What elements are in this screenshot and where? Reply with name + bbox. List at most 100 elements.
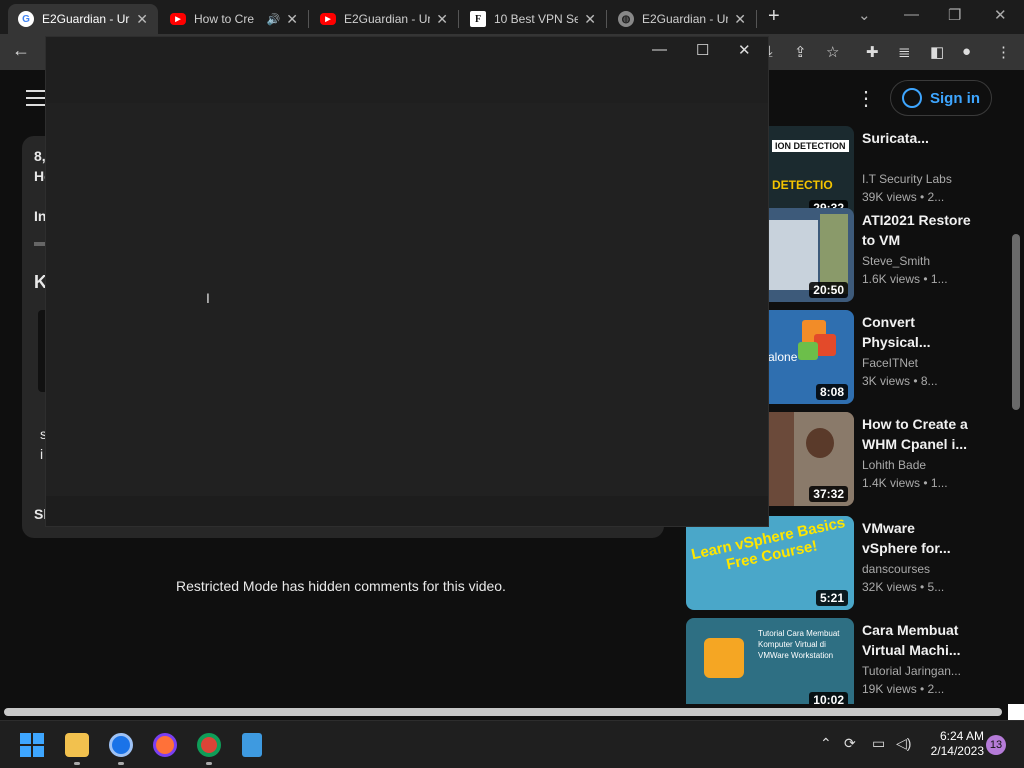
- close-icon[interactable]: ✕: [286, 11, 298, 28]
- tab-search-icon[interactable]: ⌄: [858, 6, 871, 24]
- channel-name[interactable]: Tutorial Jaringan...: [862, 664, 961, 678]
- video-title[interactable]: How to Create a WHM Cpanel i...: [862, 414, 972, 454]
- network-icon[interactable]: ▭: [872, 735, 885, 752]
- browser-tab-bar: G E2Guardian - Ur ✕ ▶ How to Cre 🔊 ✕ ▶ E…: [0, 0, 1024, 34]
- system-clock[interactable]: 6:24 AM 2/14/2023: [922, 729, 984, 759]
- notepad-icon[interactable]: [242, 733, 262, 757]
- view-count: 1.4K views • 1...: [862, 476, 948, 490]
- view-count: 39K views • 2...: [862, 190, 945, 204]
- sign-in-button[interactable]: Sign in: [890, 80, 992, 116]
- close-icon[interactable]: ✕: [436, 11, 448, 28]
- thumbnail-art: [806, 428, 834, 458]
- view-count: 19K views • 2...: [862, 682, 945, 696]
- tab-e2guardian-3[interactable]: ◍ E2Guardian - Ur ✕: [608, 4, 756, 34]
- menu-kebab-icon[interactable]: ⋮: [996, 43, 1011, 61]
- notification-badge[interactable]: 13: [986, 735, 1006, 755]
- minimize-icon[interactable]: —: [904, 6, 919, 23]
- hamburger-menu-icon[interactable]: [26, 90, 46, 106]
- star-icon[interactable]: ☆: [826, 43, 839, 61]
- globe-icon: ◍: [618, 11, 634, 27]
- horizontal-scrollbar-thumb[interactable]: [4, 708, 1002, 716]
- video-thumbnail[interactable]: Tutorial Cara Membuat Komputer Virtual d…: [686, 618, 854, 704]
- video-title[interactable]: Cara Membuat Virtual Machi...: [862, 620, 972, 660]
- update-icon[interactable]: ⟳: [844, 735, 856, 752]
- vmware-logo-icon: [704, 638, 744, 678]
- tab-title: 10 Best VPN Ser: [494, 12, 579, 26]
- vertical-scrollbar[interactable]: [1012, 234, 1020, 410]
- profile-icon[interactable]: ●: [962, 43, 971, 60]
- chrome-icon[interactable]: [197, 733, 221, 757]
- firefox-icon[interactable]: [153, 733, 177, 757]
- channel-name[interactable]: FaceITNet: [862, 356, 918, 370]
- windows-taskbar: ⌃ ⟳ ▭ ◁) 6:24 AM 2/14/2023 13: [0, 720, 1024, 768]
- tab-title: E2Guardian - Ur: [42, 12, 130, 26]
- tab-separator: [308, 10, 309, 28]
- video-thumbnail[interactable]: Learn vSphere Basics Free Course! 5:21: [686, 516, 854, 610]
- account-icon: [902, 88, 922, 108]
- recommended-video[interactable]: Learn vSphere Basics Free Course! 5:21 V…: [686, 516, 1024, 612]
- google-icon: G: [18, 11, 34, 27]
- new-tab-button[interactable]: +: [768, 5, 780, 28]
- thumbnail-art: DETECTIO: [772, 178, 833, 192]
- speaker-icon[interactable]: 🔊: [267, 13, 281, 26]
- recommended-video[interactable]: Tutorial Cara Membuat Komputer Virtual d…: [686, 618, 1024, 704]
- thumbnail-art: [798, 342, 818, 360]
- close-icon[interactable]: ✕: [136, 11, 148, 28]
- video-duration: 10:02: [809, 692, 848, 704]
- view-count: 1.6K views • 1...: [862, 272, 948, 286]
- text-cursor-icon: I: [206, 290, 210, 306]
- thumbnail-art: [768, 220, 818, 290]
- tab-e2guardian-2[interactable]: ▶ E2Guardian - Ur ✕: [310, 4, 458, 34]
- tab-title: How to Cre: [194, 12, 255, 26]
- chevron-up-icon[interactable]: ⌃: [820, 735, 832, 752]
- back-arrow-icon[interactable]: ←: [12, 40, 30, 61]
- thumbnail-text: ION DETECTION: [772, 140, 849, 152]
- description-fragment: i: [40, 446, 44, 462]
- running-indicator: [118, 762, 124, 765]
- maximize-icon[interactable]: ☐: [696, 41, 709, 59]
- video-duration: 37:32: [809, 486, 848, 502]
- clock-date: 2/14/2023: [930, 744, 984, 758]
- restricted-mode-notice: Restricted Mode has hidden comments for …: [176, 578, 506, 594]
- chromium-icon[interactable]: [109, 733, 133, 757]
- channel-name[interactable]: I.T Security Labs: [862, 172, 952, 186]
- side-panel-icon[interactable]: ◧: [930, 43, 944, 61]
- scrollbar-corner: [1008, 704, 1024, 720]
- youtube-icon: ▶: [170, 13, 186, 25]
- video-title[interactable]: Suricata...: [862, 128, 972, 148]
- close-icon[interactable]: ✕: [584, 11, 596, 28]
- restore-icon[interactable]: ❐: [948, 6, 961, 24]
- blank-popup-window[interactable]: — ☐ ✕: [45, 36, 769, 527]
- minimize-icon[interactable]: —: [652, 41, 667, 58]
- volume-icon[interactable]: ◁): [896, 735, 911, 752]
- tab-vpn[interactable]: F 10 Best VPN Ser ✕: [460, 4, 606, 34]
- tab-title: E2Guardian - Ur: [642, 12, 729, 26]
- tab-how-to-create[interactable]: ▶ How to Cre 🔊 ✕: [160, 4, 308, 34]
- file-explorer-icon[interactable]: [65, 733, 89, 757]
- video-title[interactable]: Convert Physical...: [862, 312, 972, 352]
- youtube-icon: ▶: [320, 13, 336, 25]
- video-duration: 8:08: [815, 384, 848, 400]
- f-site-icon: F: [470, 11, 486, 27]
- running-indicator: [206, 762, 212, 765]
- thumbnail-text: Tutorial Cara Membuat Komputer Virtual d…: [758, 629, 840, 660]
- close-window-icon[interactable]: ✕: [994, 6, 1007, 24]
- close-icon[interactable]: ✕: [738, 41, 751, 59]
- tab-separator: [606, 10, 607, 28]
- close-icon[interactable]: ✕: [734, 11, 746, 28]
- settings-kebab-icon[interactable]: ⋮: [856, 86, 876, 111]
- video-title[interactable]: VMware vSphere for...: [862, 518, 972, 558]
- tab-title: E2Guardian - Ur: [344, 12, 431, 26]
- channel-name[interactable]: danscourses: [862, 562, 930, 576]
- channel-name[interactable]: Steve_Smith: [862, 254, 930, 268]
- running-indicator: [74, 762, 80, 765]
- channel-name[interactable]: Lohith Bade: [862, 458, 926, 472]
- popup-footer: [46, 496, 768, 526]
- video-title[interactable]: ATI2021 Restore to VM: [862, 210, 972, 250]
- horizontal-scrollbar[interactable]: [0, 704, 1024, 720]
- windows-start-icon[interactable]: [20, 733, 44, 757]
- share-icon[interactable]: ⇪: [794, 43, 807, 61]
- extensions-icon[interactable]: ✚: [866, 43, 879, 61]
- tab-e2guardian-1[interactable]: G E2Guardian - Ur ✕: [8, 4, 158, 34]
- media-control-icon[interactable]: ≣: [898, 43, 911, 61]
